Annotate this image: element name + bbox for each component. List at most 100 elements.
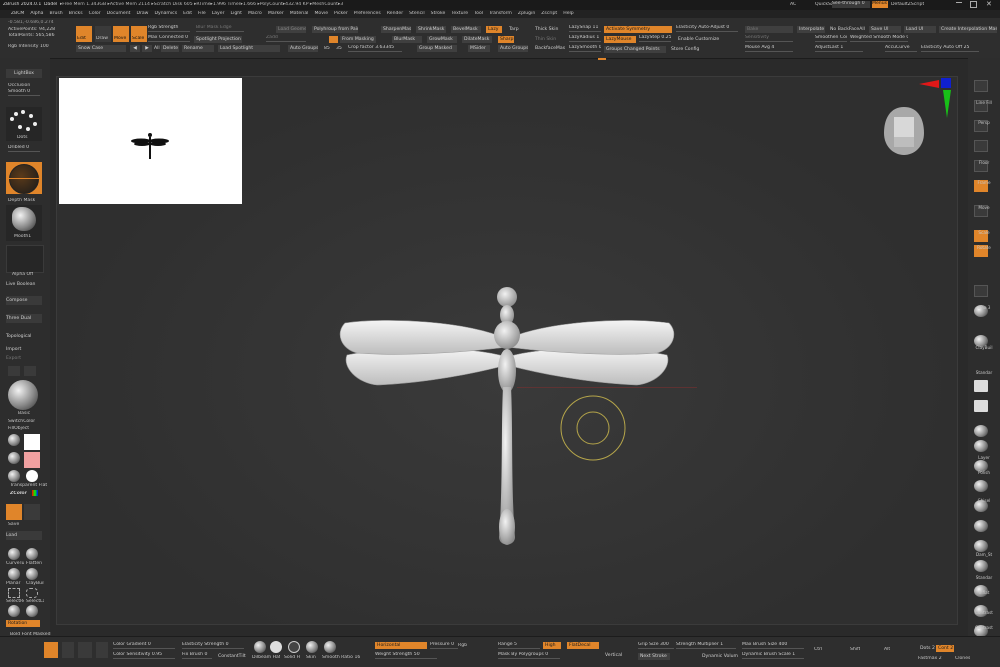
rotation-sphere-icon-2[interactable] xyxy=(26,605,38,617)
default-zscript-button[interactable]: DefaultZScript xyxy=(891,2,924,8)
claybuild-brush-icon[interactable] xyxy=(26,568,38,580)
auto-groups-2-button[interactable]: Auto Groups xyxy=(498,45,528,52)
mouse-avg-slider[interactable]: Mouse Avg 4 xyxy=(745,45,793,52)
spotlight-projection-button[interactable]: Spotlight Projection xyxy=(194,36,242,43)
texture-thumbnail[interactable] xyxy=(6,245,44,273)
menu-layer[interactable]: Layer xyxy=(209,11,228,17)
color-gradient-slider[interactable]: Color Gradient 0 xyxy=(113,642,175,649)
draw-mode-button[interactable]: Draw xyxy=(95,26,111,42)
accucurve-toggle[interactable]: AccuCurve xyxy=(885,45,917,52)
maximize-icon[interactable] xyxy=(970,1,977,8)
right-tray-tool-21-icon[interactable] xyxy=(974,560,988,572)
rename-button[interactable]: Rename xyxy=(182,45,214,52)
gradient-sphere-icon[interactable] xyxy=(8,470,20,482)
sharpen-mask-button[interactable]: SharpenMask xyxy=(381,26,411,33)
lazysmooth-slider[interactable]: LazySmooth 0 xyxy=(569,45,601,52)
dilate-mask-button[interactable]: DilateMask xyxy=(462,36,492,43)
right-tray-tool-17-icon[interactable] xyxy=(974,480,988,492)
right-tray-tool-12-icon[interactable] xyxy=(974,380,988,392)
weighted-smooth-mode-slider[interactable]: Weighted Smooth Mode 0 xyxy=(850,35,908,42)
dynamic-volume-button[interactable]: Dynamic Volume xyxy=(700,653,738,660)
lazyradius-slider[interactable]: LazyRadius 1 xyxy=(569,35,601,42)
menu-color[interactable]: Color xyxy=(86,11,104,17)
three-dual-button[interactable]: Three Dual xyxy=(6,314,42,323)
lightbox-button[interactable]: LightBox xyxy=(6,69,42,78)
backface-mask-toggle[interactable]: BackfaceMask xyxy=(533,45,565,52)
enable-customize-button[interactable]: Enable Customize xyxy=(676,36,724,43)
bake-button[interactable]: Bake xyxy=(745,26,793,33)
from-masking-toggle-icon[interactable] xyxy=(329,36,338,43)
bevel-mask-button[interactable]: BevelMask xyxy=(451,26,481,33)
menu-texture[interactable]: Texture xyxy=(448,11,471,17)
stroke-icon[interactable] xyxy=(6,504,22,520)
stroke-dots-thumbnail[interactable]: Dots xyxy=(6,107,42,141)
dynamic-brush-scale-slider[interactable]: Dynamic Brush Scale 1 xyxy=(742,652,804,659)
thick-skin-toggle[interactable]: Thick Skin xyxy=(533,26,563,33)
edit-mode-button[interactable]: Edit xyxy=(76,26,92,42)
flatdecal-button[interactable]: FlatDecal xyxy=(567,642,599,649)
menu-macro[interactable]: Macro xyxy=(245,11,265,17)
edit-bottom-icon[interactable] xyxy=(44,642,58,658)
next-stroke-button[interactable]: Next Stroke xyxy=(638,653,670,660)
elasticity-auto-adjust-slider[interactable]: Elasticity Auto-Adjust 0 xyxy=(676,25,738,32)
rotation-button[interactable]: Rotation xyxy=(6,620,40,627)
group-masked-button[interactable]: Group Masked xyxy=(417,45,457,52)
all-button[interactable]: All xyxy=(152,45,160,52)
crop-factor-slider[interactable]: Crop factor 3.63345 xyxy=(348,45,402,52)
menu-alpha[interactable]: Alpha xyxy=(27,11,46,17)
color-sensitivity-slider[interactable]: Color Sensitivity 0.95 xyxy=(113,652,175,659)
alpha-thumbnail[interactable]: Mooth1 xyxy=(6,205,42,241)
menu-dynamics[interactable]: Dynamics xyxy=(151,11,180,17)
rgb-intensity-slider[interactable]: Rgb Intensity 100 xyxy=(8,44,53,50)
ctrl-label[interactable]: Ctrl xyxy=(814,647,822,653)
menu-draw[interactable]: Draw xyxy=(133,11,151,17)
navigator-thumbnail[interactable] xyxy=(59,78,242,204)
mrgb-icon[interactable] xyxy=(8,366,20,376)
tarp-toggle[interactable]: Tarp xyxy=(507,26,523,33)
standard-brush-icon-2[interactable] xyxy=(8,452,20,464)
menu-zbcm[interactable]: ZBCM xyxy=(8,11,27,17)
right-tray-tool-9-icon[interactable] xyxy=(974,285,988,297)
shrink-mask-button[interactable]: ShrinkMask xyxy=(416,26,446,33)
adjust-last-slider[interactable]: AdjustLast 1 xyxy=(815,45,863,52)
right-tray-tool-20-icon[interactable] xyxy=(974,540,988,552)
load-spotlight-button[interactable]: Load Spotlight xyxy=(218,45,280,52)
groups-changed-points-button[interactable]: Groups Changed Points xyxy=(604,46,666,53)
shift-label[interactable]: Shift xyxy=(850,647,860,653)
curvetub-brush-icon[interactable] xyxy=(8,548,20,560)
lazymouse-toggle[interactable]: LazyMouse xyxy=(604,36,636,43)
auto-groups-button[interactable]: Auto Groups xyxy=(288,45,318,52)
smoothen-count-slider[interactable]: Smoothen Count xyxy=(815,35,847,42)
rgb-label[interactable]: Rgb xyxy=(458,643,467,649)
previous-arrow-icon[interactable]: ◀ xyxy=(130,45,140,52)
brush-preview-5[interactable] xyxy=(324,641,336,653)
white-circle-icon[interactable] xyxy=(26,470,38,482)
menu-bricks[interactable]: Bricks xyxy=(66,11,86,17)
scale-mode-button[interactable]: Scale xyxy=(131,26,147,42)
planar-brush-icon[interactable] xyxy=(8,568,20,580)
elasticity-strength-slider[interactable]: Elasticity Strength 0 xyxy=(182,642,244,649)
depth-mask-thumbnail[interactable] xyxy=(6,162,42,194)
menu-picker[interactable]: Picker xyxy=(331,11,351,17)
thin-skin-toggle[interactable]: Thin Skin xyxy=(533,36,563,43)
menu-transform[interactable]: Transform xyxy=(486,11,515,17)
activate-symmetry-button[interactable]: Activate Symmetry xyxy=(604,26,672,33)
dribble-slider[interactable]: Dribled 0 xyxy=(8,145,40,152)
menu-zplugin[interactable]: Zplugin xyxy=(515,11,538,17)
sharp-edge-toggle[interactable]: SharpEdge xyxy=(498,36,514,43)
vertical-button[interactable]: Vertical xyxy=(603,652,633,659)
store-config-button[interactable]: Store Config xyxy=(669,46,717,53)
menu-render[interactable]: Render xyxy=(384,11,406,17)
view-cube[interactable] xyxy=(882,105,926,157)
msider-button[interactable]: MSider xyxy=(468,45,490,52)
brush-preview-4[interactable] xyxy=(306,641,318,653)
right-tray-tool-15-icon[interactable] xyxy=(974,440,988,452)
brush-preview-1[interactable] xyxy=(254,641,266,653)
brush-preview-2[interactable] xyxy=(270,641,282,653)
menu-document[interactable]: Document xyxy=(104,11,134,17)
right-tray-tool-13-icon[interactable] xyxy=(974,400,988,412)
cont-button[interactable]: Cont 2 xyxy=(936,645,954,652)
viewport-canvas[interactable] xyxy=(56,76,958,625)
shelf-scroll-indicator[interactable] xyxy=(598,58,606,60)
menu-brush[interactable]: Brush xyxy=(46,11,65,17)
